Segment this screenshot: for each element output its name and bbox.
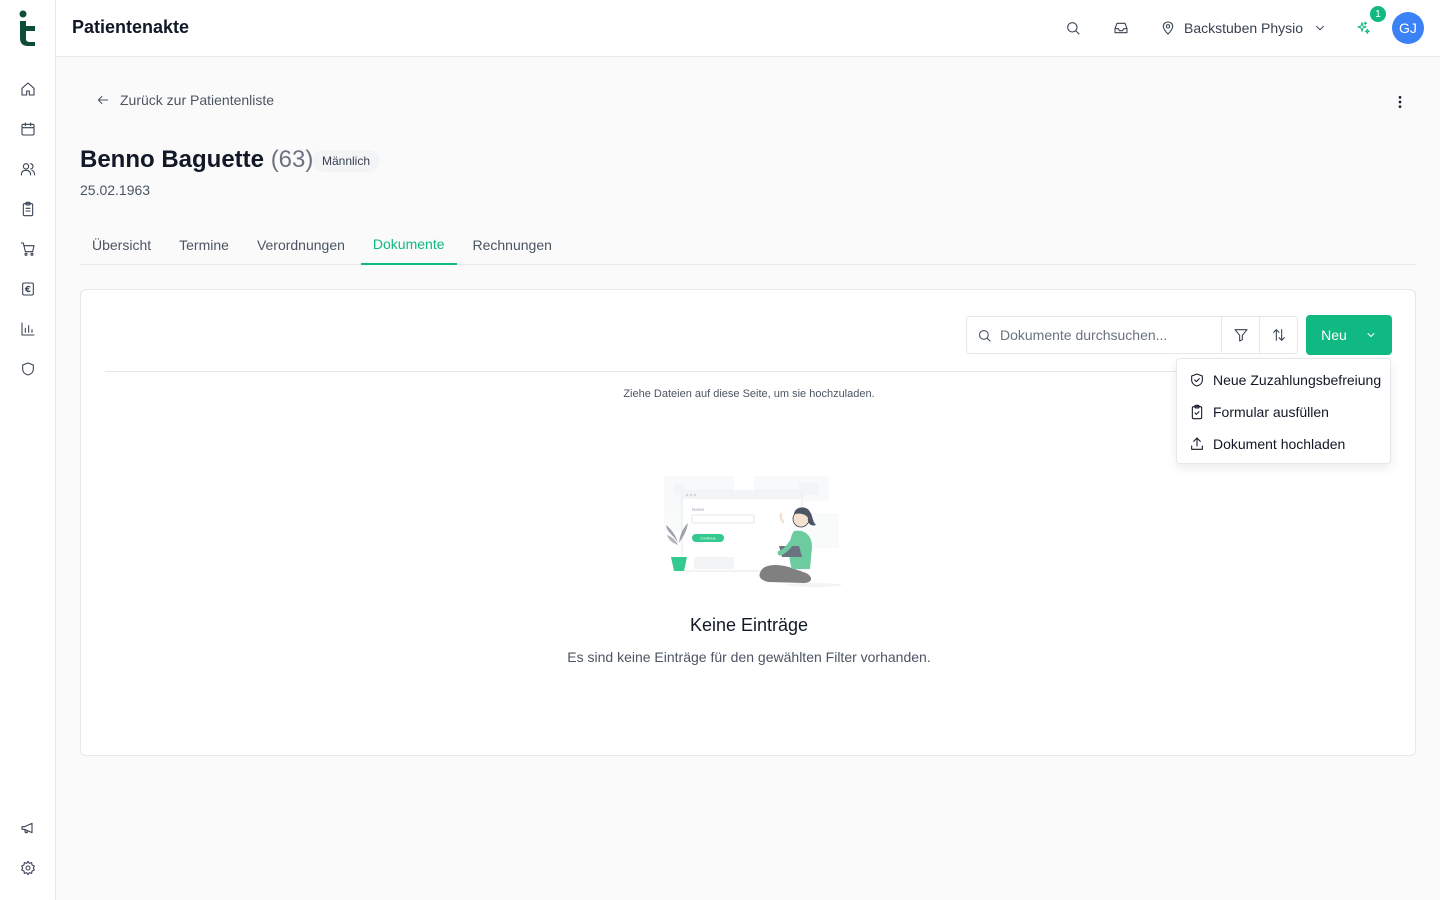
filter-icon	[1233, 329, 1248, 342]
sort-arrows-icon	[1272, 329, 1285, 341]
chevron-down-icon	[1367, 333, 1375, 337]
patient-age: (63)	[270, 146, 314, 173]
sidebar	[0, 0, 56, 900]
notification-badge: 1	[1370, 6, 1386, 22]
tab-invoices[interactable]: Rechnungen	[461, 225, 564, 265]
patient-name: Benno Baguette (63)	[80, 146, 313, 174]
upload-icon	[1191, 437, 1203, 450]
toolbar-divider	[105, 371, 1255, 372]
shield-check-icon	[1191, 373, 1203, 387]
more-options-icon[interactable]	[1390, 92, 1410, 112]
new-button-label: Neu	[1321, 327, 1347, 343]
document-search-input[interactable]	[1000, 327, 1200, 343]
illustration-button-label: Continue	[700, 537, 715, 541]
filter-button[interactable]	[1221, 317, 1259, 353]
settings-gear-icon[interactable]	[18, 858, 38, 878]
back-link-label: Zurück zur Patientenliste	[120, 92, 275, 108]
back-to-patient-list-link[interactable]: Zurück zur Patientenliste	[96, 92, 274, 108]
empty-state-title: Keine Einträge	[689, 615, 809, 635]
illustration-field-label: Name	[692, 507, 705, 512]
search-box	[967, 317, 1221, 353]
tab-documents[interactable]: Dokumente	[360, 225, 457, 265]
page-title: Patientenakte	[72, 17, 190, 37]
new-document-button[interactable]: Neu	[1306, 315, 1392, 355]
clipboard-icon[interactable]	[18, 199, 38, 219]
search-icon	[978, 329, 991, 342]
chevron-down-icon	[1316, 25, 1325, 31]
sort-button[interactable]	[1259, 317, 1297, 353]
megaphone-icon[interactable]	[18, 818, 38, 838]
location-name: Backstuben Physio	[1184, 20, 1304, 36]
menu-item-new-copayment-exemption[interactable]: Neue Zuzahlungsbefreiung	[1177, 364, 1390, 396]
menu-item-upload-document[interactable]: Dokument hochladen	[1177, 428, 1390, 460]
tab-appointments[interactable]: Termine	[167, 225, 241, 265]
menu-item-label: Formular ausfüllen	[1213, 404, 1329, 420]
clipboard-check-icon	[1191, 404, 1203, 420]
new-document-menu: Neue Zuzahlungsbefreiung Formular ausfül…	[1176, 358, 1391, 464]
patient-birthdate: 25.02.1963	[80, 182, 151, 198]
sparkles-icon[interactable]	[1354, 18, 1374, 38]
users-icon[interactable]	[18, 159, 38, 179]
patient-full-name: Benno Baguette	[80, 146, 265, 173]
app-logo[interactable]	[16, 10, 40, 48]
menu-item-fill-form[interactable]: Formular ausfüllen	[1177, 396, 1390, 428]
map-pin-icon	[1162, 21, 1174, 35]
patient-tabs: Übersicht Termine Verordnungen Dokumente…	[80, 225, 1416, 265]
top-header: Patientenakte Backstuben Physio 1 GJ	[56, 0, 1440, 57]
gender-badge: Männlich	[312, 150, 381, 172]
home-icon[interactable]	[18, 79, 38, 99]
search-icon[interactable]	[1063, 18, 1083, 38]
shield-icon[interactable]	[18, 359, 38, 379]
tab-prescriptions[interactable]: Verordnungen	[245, 225, 357, 265]
empty-state-subtitle: Es sind keine Einträge für den gewählten…	[567, 649, 931, 665]
tab-overview[interactable]: Übersicht	[80, 225, 163, 265]
cart-icon[interactable]	[18, 239, 38, 259]
location-selector[interactable]: Backstuben Physio	[1160, 18, 1327, 38]
euro-icon[interactable]	[18, 279, 38, 299]
empty-state-illustration: Name Continue	[664, 476, 842, 587]
menu-item-label: Dokument hochladen	[1213, 436, 1346, 452]
menu-item-label: Neue Zuzahlungsbefreiung	[1213, 372, 1382, 388]
bar-chart-icon[interactable]	[18, 319, 38, 339]
arrow-left-icon	[97, 95, 109, 105]
user-avatar[interactable]: GJ	[1392, 12, 1424, 44]
document-search-group	[966, 316, 1298, 354]
inbox-icon[interactable]	[1111, 18, 1131, 38]
calendar-icon[interactable]	[18, 119, 38, 139]
